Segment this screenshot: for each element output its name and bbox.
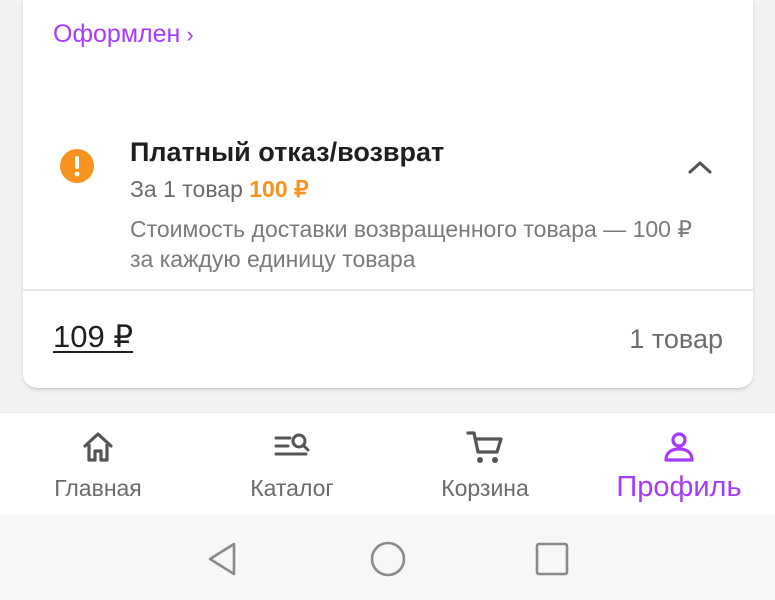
items-count: 1 товар xyxy=(629,324,723,354)
nav-label-cart: Корзина xyxy=(441,475,529,501)
refund-per-item-price: 100 ₽ xyxy=(249,176,309,202)
exclamation-circle-icon xyxy=(60,149,94,183)
cart-icon xyxy=(465,429,505,465)
refund-per-item: За 1 товар 100 ₽ xyxy=(130,174,309,204)
nav-label-home: Главная xyxy=(54,475,142,501)
system-recents-button[interactable] xyxy=(532,539,572,579)
system-navigation-bar xyxy=(0,515,775,600)
refund-title: Платный отказ/возврат xyxy=(130,137,445,167)
nav-label-catalog: Каталог xyxy=(250,475,334,501)
nav-item-profile[interactable]: Профиль xyxy=(606,413,752,516)
divider xyxy=(23,289,753,291)
nav-item-catalog[interactable]: Каталог xyxy=(232,413,352,516)
refund-per-item-label: За 1 товар xyxy=(130,176,243,202)
catalog-search-icon xyxy=(272,429,312,465)
order-status-link[interactable]: Оформлен › xyxy=(53,18,194,51)
system-home-button[interactable] xyxy=(368,539,408,579)
profile-icon xyxy=(661,429,697,465)
order-status-label: Оформлен xyxy=(53,20,181,48)
screen: Оформлен › Платный отказ/возврат За 1 тов… xyxy=(0,0,775,600)
bottom-navigation: Главная Каталог Корзина Профиль xyxy=(0,412,775,515)
back-triangle-icon xyxy=(208,542,236,576)
refund-description: Стоимость доставки возвращенного товара … xyxy=(130,216,692,272)
home-circle-icon xyxy=(370,541,406,577)
home-icon xyxy=(79,429,117,465)
recents-square-icon xyxy=(535,542,569,576)
nav-item-cart[interactable]: Корзина xyxy=(425,413,545,516)
total-price[interactable]: 109 ₽ xyxy=(53,318,133,356)
chevron-up-icon xyxy=(688,161,712,174)
nav-label-profile: Профиль xyxy=(616,471,742,503)
chevron-right-icon: › xyxy=(186,22,194,47)
nav-item-home[interactable]: Главная xyxy=(38,413,158,516)
collapse-button[interactable] xyxy=(683,152,717,182)
order-card: Оформлен › Платный отказ/возврат За 1 тов… xyxy=(23,0,753,388)
system-back-button[interactable] xyxy=(202,539,242,579)
